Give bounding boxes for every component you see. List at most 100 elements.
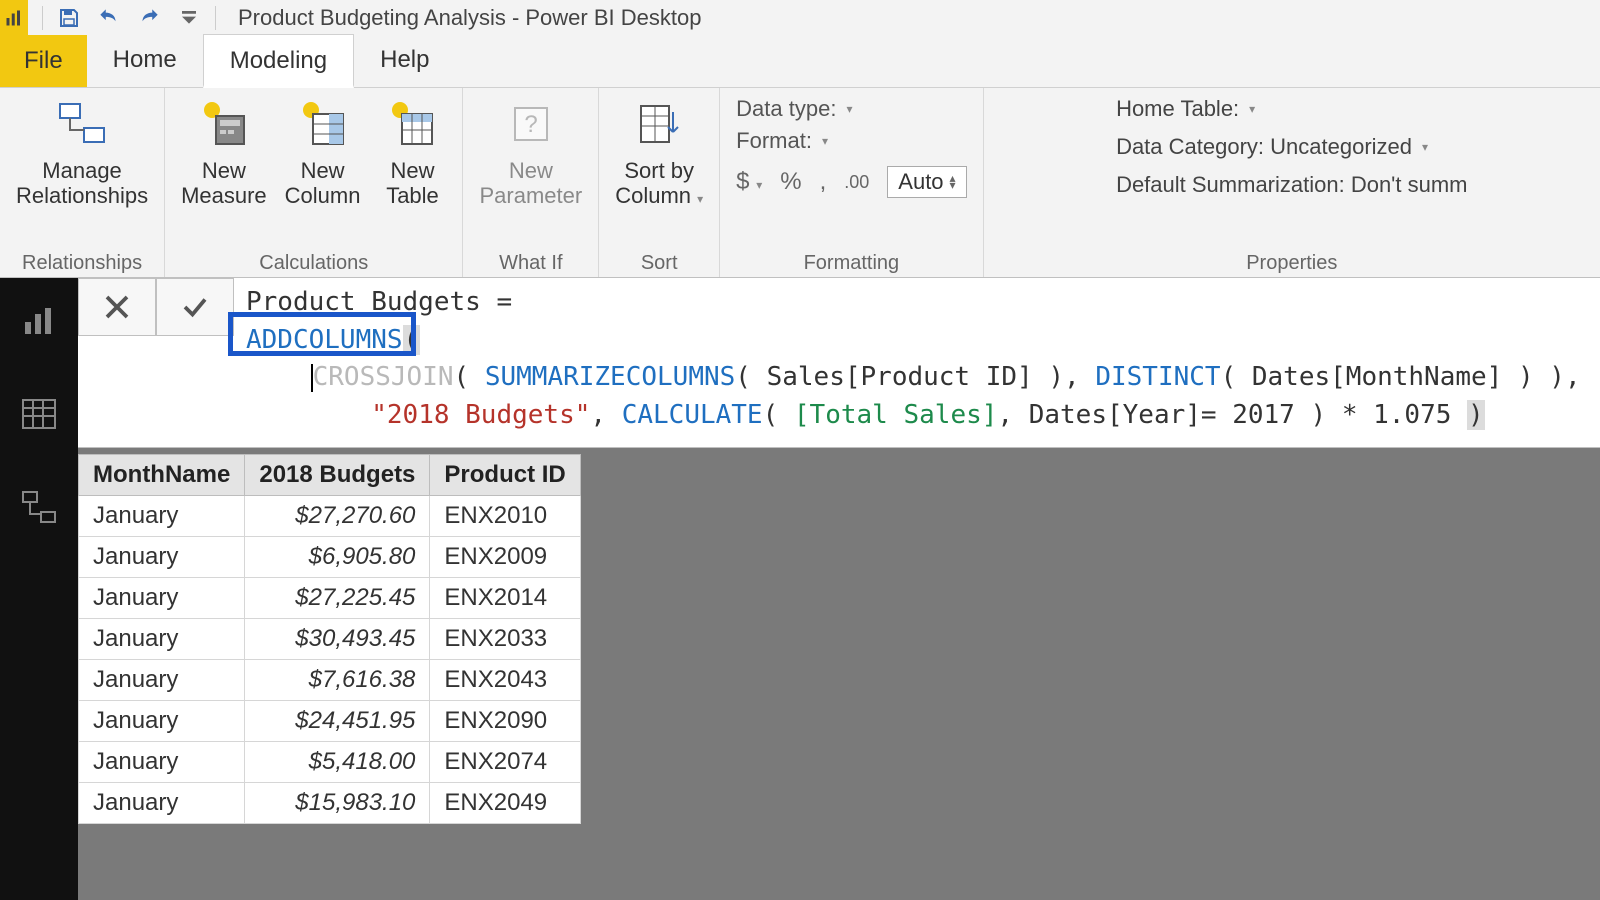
chevron-down-icon: ▾ bbox=[822, 134, 828, 148]
cell-monthname[interactable]: January bbox=[79, 578, 245, 619]
cell-budget[interactable]: $7,616.38 bbox=[245, 660, 430, 701]
ribbon: Manage Relationships Relationships New M… bbox=[0, 88, 1600, 278]
separator bbox=[215, 6, 216, 30]
commit-formula-button[interactable] bbox=[156, 278, 234, 336]
group-label: Relationships bbox=[22, 250, 142, 275]
manage-relationships-button[interactable]: Manage Relationships bbox=[10, 92, 154, 211]
table-row[interactable]: January$7,616.38ENX2043 bbox=[79, 660, 581, 701]
sort-by-column-label: Sort by Column ▾ bbox=[615, 158, 703, 209]
formula-editor[interactable]: Product Budgets = ADDCOLUMNS( CROSSJOIN(… bbox=[234, 278, 1600, 447]
chevron-down-icon: ▾ bbox=[846, 102, 852, 116]
data-view-button[interactable] bbox=[15, 390, 63, 438]
cell-productid[interactable]: ENX2033 bbox=[430, 619, 580, 660]
cell-monthname[interactable]: January bbox=[79, 619, 245, 660]
quick-access-toolbar bbox=[28, 4, 230, 32]
separator bbox=[42, 6, 43, 30]
group-label: What If bbox=[499, 250, 562, 275]
cell-productid[interactable]: ENX2043 bbox=[430, 660, 580, 701]
table-row[interactable]: January$6,905.80ENX2009 bbox=[79, 537, 581, 578]
qat-customize-dropdown[interactable] bbox=[175, 4, 203, 32]
cell-productid[interactable]: ENX2009 bbox=[430, 537, 580, 578]
chevron-down-icon: ▾ bbox=[697, 192, 703, 206]
ribbon-group-relationships: Manage Relationships Relationships bbox=[0, 88, 165, 277]
cell-budget[interactable]: $6,905.80 bbox=[245, 537, 430, 578]
group-label: Formatting bbox=[804, 250, 900, 275]
group-label: Sort bbox=[641, 250, 678, 275]
measure-icon bbox=[196, 96, 252, 152]
save-button[interactable] bbox=[55, 4, 83, 32]
percent-button[interactable]: % bbox=[780, 168, 801, 196]
cell-monthname[interactable]: January bbox=[79, 496, 245, 537]
file-tab[interactable]: File bbox=[0, 35, 87, 87]
default-summarization-dropdown[interactable]: Default Summarization: Don't summ bbox=[1116, 172, 1467, 198]
formula-bar: Product Budgets = ADDCOLUMNS( CROSSJOIN(… bbox=[78, 278, 1600, 448]
svg-text:?: ? bbox=[524, 111, 537, 138]
table-row[interactable]: January$24,451.95ENX2090 bbox=[79, 701, 581, 742]
thousands-button[interactable]: , bbox=[820, 168, 827, 196]
new-measure-button[interactable]: New Measure bbox=[175, 92, 273, 211]
col-header-monthname[interactable]: MonthName bbox=[79, 455, 245, 496]
format-dropdown[interactable]: Format: ▾ bbox=[736, 128, 966, 154]
data-type-dropdown[interactable]: Data type: ▾ bbox=[736, 96, 966, 122]
table-row[interactable]: January$5,418.00ENX2074 bbox=[79, 742, 581, 783]
app-icon bbox=[0, 0, 28, 36]
new-parameter-button[interactable]: ? New Parameter bbox=[473, 92, 588, 211]
cell-monthname[interactable]: January bbox=[79, 783, 245, 824]
cancel-formula-button[interactable] bbox=[78, 278, 156, 336]
col-header-budgets[interactable]: 2018 Budgets bbox=[245, 455, 430, 496]
model-view-button[interactable] bbox=[15, 484, 63, 532]
ribbon-group-calculations: New Measure New Column New Table Calcula… bbox=[165, 88, 463, 277]
manage-relationships-label: Manage Relationships bbox=[16, 158, 148, 209]
ribbon-tabs: File Home Modeling Help bbox=[0, 36, 1600, 88]
cell-budget[interactable]: $30,493.45 bbox=[245, 619, 430, 660]
cell-monthname[interactable]: January bbox=[79, 742, 245, 783]
decimals-icon: .00 bbox=[844, 172, 869, 193]
tab-home[interactable]: Home bbox=[87, 34, 203, 87]
new-table-button[interactable]: New Table bbox=[372, 92, 452, 211]
decimal-places-stepper[interactable]: Auto▴▾ bbox=[887, 166, 966, 198]
cell-productid[interactable]: ENX2074 bbox=[430, 742, 580, 783]
cell-monthname[interactable]: January bbox=[79, 537, 245, 578]
report-view-button[interactable] bbox=[15, 296, 63, 344]
table-row[interactable]: January$30,493.45ENX2033 bbox=[79, 619, 581, 660]
tab-modeling[interactable]: Modeling bbox=[203, 34, 354, 88]
cell-monthname[interactable]: January bbox=[79, 701, 245, 742]
table-header-row: MonthName 2018 Budgets Product ID bbox=[79, 455, 581, 496]
group-label: Properties bbox=[1246, 250, 1337, 275]
sort-icon bbox=[631, 96, 687, 152]
column-icon bbox=[295, 96, 351, 152]
cell-budget[interactable]: $5,418.00 bbox=[245, 742, 430, 783]
view-switcher bbox=[0, 278, 78, 900]
new-column-button[interactable]: New Column bbox=[279, 92, 367, 211]
data-table[interactable]: MonthName 2018 Budgets Product ID Januar… bbox=[78, 454, 581, 824]
ribbon-group-formatting: Data type: ▾ Format: ▾ $ ▾ % , .00 Auto▴… bbox=[720, 88, 983, 277]
relationships-icon bbox=[54, 96, 110, 152]
data-category-dropdown[interactable]: Data Category: Uncategorized ▾ bbox=[1116, 134, 1467, 160]
table-row[interactable]: January$27,225.45ENX2014 bbox=[79, 578, 581, 619]
tab-help[interactable]: Help bbox=[354, 34, 455, 87]
undo-button[interactable] bbox=[95, 4, 123, 32]
new-parameter-label: New Parameter bbox=[479, 158, 582, 209]
cell-productid[interactable]: ENX2014 bbox=[430, 578, 580, 619]
cell-monthname[interactable]: January bbox=[79, 660, 245, 701]
cell-budget[interactable]: $27,270.60 bbox=[245, 496, 430, 537]
new-table-label: New Table bbox=[386, 158, 439, 209]
col-header-productid[interactable]: Product ID bbox=[430, 455, 580, 496]
cell-productid[interactable]: ENX2010 bbox=[430, 496, 580, 537]
table-row[interactable]: January$15,983.10ENX2049 bbox=[79, 783, 581, 824]
cell-budget[interactable]: $24,451.95 bbox=[245, 701, 430, 742]
cell-budget[interactable]: $15,983.10 bbox=[245, 783, 430, 824]
parameter-icon: ? bbox=[503, 96, 559, 152]
currency-button[interactable]: $ ▾ bbox=[736, 168, 762, 196]
chevron-down-icon: ▾ bbox=[1249, 102, 1255, 116]
table-row[interactable]: January$27,270.60ENX2010 bbox=[79, 496, 581, 537]
cell-productid[interactable]: ENX2090 bbox=[430, 701, 580, 742]
redo-button[interactable] bbox=[135, 4, 163, 32]
home-table-dropdown[interactable]: Home Table: ▾ bbox=[1116, 96, 1467, 122]
new-column-label: New Column bbox=[285, 158, 361, 209]
sort-by-column-button[interactable]: Sort by Column ▾ bbox=[609, 92, 709, 211]
cell-budget[interactable]: $27,225.45 bbox=[245, 578, 430, 619]
cell-productid[interactable]: ENX2049 bbox=[430, 783, 580, 824]
title-bar: Product Budgeting Analysis - Power BI De… bbox=[0, 0, 1600, 36]
ribbon-group-whatif: ? New Parameter What If bbox=[463, 88, 599, 277]
